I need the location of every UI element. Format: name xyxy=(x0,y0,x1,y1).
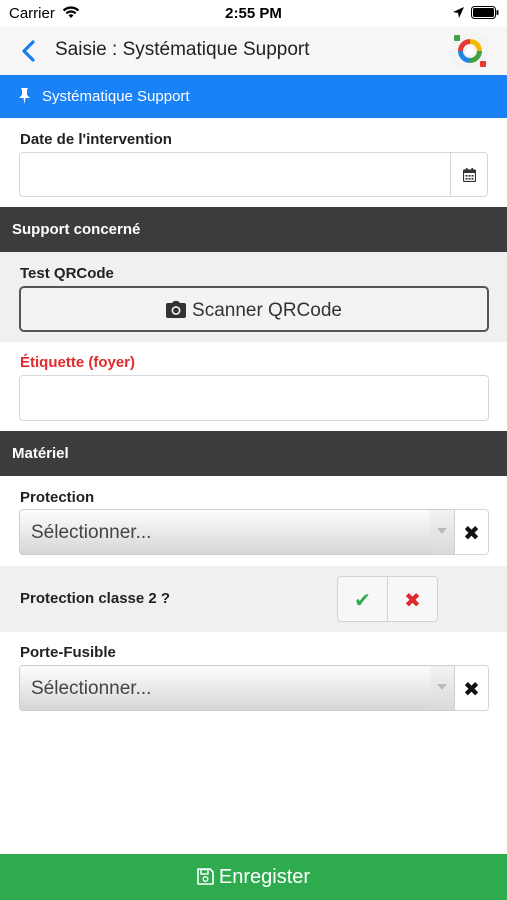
close-icon: ✖ xyxy=(463,679,480,701)
scan-qrcode-label: Scanner QRCode xyxy=(192,300,342,321)
camera-icon xyxy=(166,301,187,318)
page-title: Saisie : Systématique Support xyxy=(55,39,310,60)
battery-icon xyxy=(471,6,499,19)
banner-title: Systématique Support xyxy=(42,88,190,105)
porte-fusible-label: Porte-Fusible xyxy=(20,644,116,661)
protection-classe2-label: Protection classe 2 ? xyxy=(20,590,171,607)
porte-fusible-select-value: Sélectionner... xyxy=(31,678,152,699)
cross-icon: ✖ xyxy=(404,590,421,612)
qrcode-label: Test QRCode xyxy=(20,265,114,282)
calendar-icon xyxy=(463,168,476,182)
app-logo-icon xyxy=(452,33,488,69)
location-arrow-icon xyxy=(453,7,464,18)
close-icon: ✖ xyxy=(463,523,480,545)
save-button[interactable]: Enregister xyxy=(0,854,507,900)
form-banner: Systématique Support xyxy=(0,75,507,118)
protection-select-value: Sélectionner... xyxy=(31,522,152,543)
protection-classe2-yes-button[interactable]: ✔ xyxy=(337,576,388,622)
section-materiel-header: Matériel xyxy=(0,431,507,476)
porte-fusible-select[interactable]: Sélectionner... xyxy=(19,665,455,711)
save-label: Enregister xyxy=(218,866,311,888)
dropdown-arrow-icon xyxy=(430,666,454,710)
check-icon: ✔ xyxy=(354,590,371,612)
section-materiel-title: Matériel xyxy=(12,445,69,462)
protection-select[interactable]: Sélectionner... xyxy=(19,509,455,555)
etiquette-label: Étiquette (foyer) xyxy=(20,354,136,371)
protection-clear-button[interactable]: ✖ xyxy=(455,509,489,555)
back-arrow-icon[interactable] xyxy=(18,38,42,64)
section-support-title: Support concerné xyxy=(12,221,141,238)
thumbtack-icon xyxy=(19,88,30,104)
clock: 2:55 PM xyxy=(225,5,282,22)
nav-header: Saisie : Systématique Support xyxy=(0,26,507,75)
protection-classe2-no-button[interactable]: ✖ xyxy=(387,576,438,622)
scan-qrcode-button[interactable]: Scanner QRCode xyxy=(19,286,489,332)
status-bar: Carrier 2:55 PM xyxy=(0,0,507,26)
porte-fusible-clear-button[interactable]: ✖ xyxy=(455,665,489,711)
floppy-disk-icon xyxy=(197,868,214,885)
dropdown-arrow-icon xyxy=(430,510,454,554)
etiquette-input[interactable] xyxy=(19,375,489,421)
calendar-button[interactable] xyxy=(450,152,488,197)
section-support-header: Support concerné xyxy=(0,207,507,252)
date-input[interactable] xyxy=(19,152,451,197)
protection-label: Protection xyxy=(20,489,95,506)
date-label: Date de l'intervention xyxy=(20,131,172,148)
